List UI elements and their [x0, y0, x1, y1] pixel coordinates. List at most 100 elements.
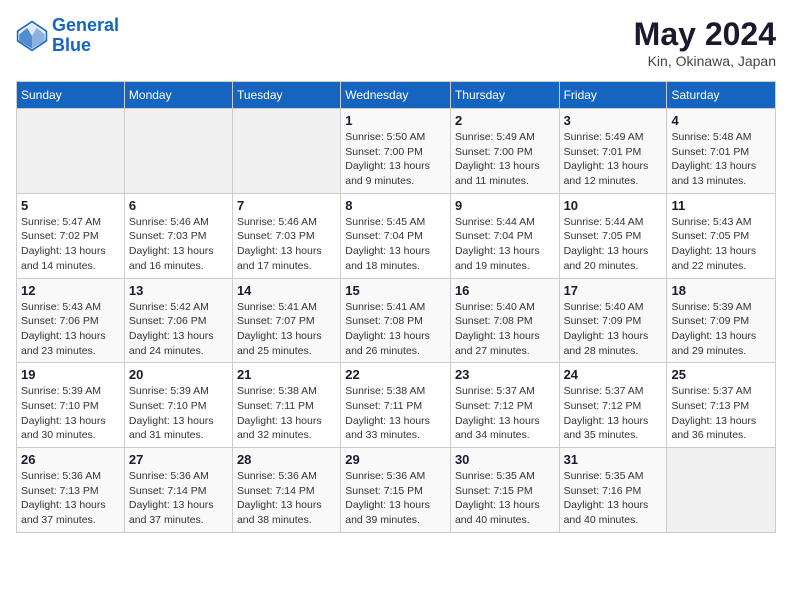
day-info: Sunrise: 5:43 AMSunset: 7:05 PMDaylight:…: [671, 215, 771, 274]
calendar-cell: 16 Sunrise: 5:40 AMSunset: 7:08 PMDayligh…: [450, 278, 559, 363]
calendar-cell: 25 Sunrise: 5:37 AMSunset: 7:13 PMDayligh…: [667, 363, 776, 448]
day-number: 10: [564, 198, 663, 213]
weekday-header-sunday: Sunday: [17, 82, 125, 109]
weekday-header-saturday: Saturday: [667, 82, 776, 109]
day-info: Sunrise: 5:37 AMSunset: 7:13 PMDaylight:…: [671, 384, 771, 443]
day-number: 1: [345, 113, 446, 128]
calendar-cell: 27 Sunrise: 5:36 AMSunset: 7:14 PMDayligh…: [124, 448, 232, 533]
day-number: 29: [345, 452, 446, 467]
day-number: 28: [237, 452, 336, 467]
weekday-header-tuesday: Tuesday: [232, 82, 340, 109]
day-info: Sunrise: 5:36 AMSunset: 7:14 PMDaylight:…: [237, 469, 336, 528]
day-number: 5: [21, 198, 120, 213]
day-number: 9: [455, 198, 555, 213]
calendar-cell: 22 Sunrise: 5:38 AMSunset: 7:11 PMDayligh…: [341, 363, 451, 448]
calendar-cell: [667, 448, 776, 533]
day-number: 7: [237, 198, 336, 213]
day-info: Sunrise: 5:35 AMSunset: 7:16 PMDaylight:…: [564, 469, 663, 528]
day-number: 14: [237, 283, 336, 298]
calendar-cell: 6 Sunrise: 5:46 AMSunset: 7:03 PMDaylight…: [124, 193, 232, 278]
day-info: Sunrise: 5:43 AMSunset: 7:06 PMDaylight:…: [21, 300, 120, 359]
day-number: 24: [564, 367, 663, 382]
day-number: 27: [129, 452, 228, 467]
calendar-cell: 13Sunrise: 5:42 AMSunset: 7:06 PMDayligh…: [124, 278, 232, 363]
day-number: 30: [455, 452, 555, 467]
day-number: 18: [671, 283, 771, 298]
day-number: 2: [455, 113, 555, 128]
day-info: Sunrise: 5:45 AMSunset: 7:04 PMDaylight:…: [345, 215, 446, 274]
day-info: Sunrise: 5:44 AMSunset: 7:05 PMDaylight:…: [564, 215, 663, 274]
calendar-cell: 12 Sunrise: 5:43 AMSunset: 7:06 PMDayligh…: [17, 278, 125, 363]
calendar-cell: 24 Sunrise: 5:37 AMSunset: 7:12 PMDayligh…: [559, 363, 667, 448]
day-info: Sunrise: 5:39 AMSunset: 7:10 PMDaylight:…: [21, 384, 120, 443]
calendar-week-1: 1 Sunrise: 5:50 AMSunset: 7:00 PMDaylight…: [17, 109, 776, 194]
calendar-cell: 21Sunrise: 5:38 AMSunset: 7:11 PMDayligh…: [232, 363, 340, 448]
day-info: Sunrise: 5:44 AMSunset: 7:04 PMDaylight:…: [455, 215, 555, 274]
calendar-cell: [232, 109, 340, 194]
calendar-cell: 18 Sunrise: 5:39 AMSunset: 7:09 PMDayligh…: [667, 278, 776, 363]
day-number: 3: [564, 113, 663, 128]
calendar-week-5: 26 Sunrise: 5:36 AMSunset: 7:13 PMDayligh…: [17, 448, 776, 533]
day-info: Sunrise: 5:49 AMSunset: 7:01 PMDaylight:…: [564, 130, 663, 189]
day-number: 19: [21, 367, 120, 382]
day-number: 15: [345, 283, 446, 298]
day-number: 31: [564, 452, 663, 467]
day-info: Sunrise: 5:36 AMSunset: 7:15 PMDaylight:…: [345, 469, 446, 528]
calendar-cell: 29 Sunrise: 5:36 AMSunset: 7:15 PMDayligh…: [341, 448, 451, 533]
day-info: Sunrise: 5:46 AMSunset: 7:03 PMDaylight:…: [129, 215, 228, 274]
day-info: Sunrise: 5:50 AMSunset: 7:00 PMDaylight:…: [345, 130, 446, 189]
logo-text: General Blue: [52, 16, 119, 56]
weekday-header-monday: Monday: [124, 82, 232, 109]
calendar-cell: 11Sunrise: 5:43 AMSunset: 7:05 PMDayligh…: [667, 193, 776, 278]
day-info: Sunrise: 5:40 AMSunset: 7:09 PMDaylight:…: [564, 300, 663, 359]
day-info: Sunrise: 5:49 AMSunset: 7:00 PMDaylight:…: [455, 130, 555, 189]
title-block: May 2024 Kin, Okinawa, Japan: [634, 16, 776, 69]
day-info: Sunrise: 5:47 AMSunset: 7:02 PMDaylight:…: [21, 215, 120, 274]
calendar-cell: 2 Sunrise: 5:49 AMSunset: 7:00 PMDaylight…: [450, 109, 559, 194]
weekday-header-friday: Friday: [559, 82, 667, 109]
calendar-cell: 31 Sunrise: 5:35 AMSunset: 7:16 PMDayligh…: [559, 448, 667, 533]
day-info: Sunrise: 5:38 AMSunset: 7:11 PMDaylight:…: [345, 384, 446, 443]
day-number: 20: [129, 367, 228, 382]
logo: General Blue: [16, 16, 119, 56]
day-info: Sunrise: 5:40 AMSunset: 7:08 PMDaylight:…: [455, 300, 555, 359]
calendar-cell: 26 Sunrise: 5:36 AMSunset: 7:13 PMDayligh…: [17, 448, 125, 533]
calendar-cell: 4Sunrise: 5:48 AMSunset: 7:01 PMDaylight…: [667, 109, 776, 194]
day-info: Sunrise: 5:48 AMSunset: 7:01 PMDaylight:…: [671, 130, 771, 189]
day-info: Sunrise: 5:38 AMSunset: 7:11 PMDaylight:…: [237, 384, 336, 443]
day-info: Sunrise: 5:42 AMSunset: 7:06 PMDaylight:…: [129, 300, 228, 359]
day-info: Sunrise: 5:37 AMSunset: 7:12 PMDaylight:…: [564, 384, 663, 443]
logo-icon: [16, 20, 48, 52]
day-number: 12: [21, 283, 120, 298]
day-number: 8: [345, 198, 446, 213]
main-title: May 2024: [634, 16, 776, 53]
calendar-cell: 9 Sunrise: 5:44 AMSunset: 7:04 PMDaylight…: [450, 193, 559, 278]
day-info: Sunrise: 5:36 AMSunset: 7:13 PMDaylight:…: [21, 469, 120, 528]
day-number: 17: [564, 283, 663, 298]
day-info: Sunrise: 5:41 AMSunset: 7:08 PMDaylight:…: [345, 300, 446, 359]
calendar-cell: 7Sunrise: 5:46 AMSunset: 7:03 PMDaylight…: [232, 193, 340, 278]
day-number: 16: [455, 283, 555, 298]
day-number: 22: [345, 367, 446, 382]
day-info: Sunrise: 5:37 AMSunset: 7:12 PMDaylight:…: [455, 384, 555, 443]
day-info: Sunrise: 5:36 AMSunset: 7:14 PMDaylight:…: [129, 469, 228, 528]
calendar-cell: [17, 109, 125, 194]
calendar-cell: 28 Sunrise: 5:36 AMSunset: 7:14 PMDayligh…: [232, 448, 340, 533]
calendar-cell: 1 Sunrise: 5:50 AMSunset: 7:00 PMDaylight…: [341, 109, 451, 194]
calendar-cell: 10 Sunrise: 5:44 AMSunset: 7:05 PMDayligh…: [559, 193, 667, 278]
weekday-header-thursday: Thursday: [450, 82, 559, 109]
calendar-cell: 17 Sunrise: 5:40 AMSunset: 7:09 PMDayligh…: [559, 278, 667, 363]
weekday-row: SundayMondayTuesdayWednesdayThursdayFrid…: [17, 82, 776, 109]
weekday-header-wednesday: Wednesday: [341, 82, 451, 109]
calendar-cell: 5 Sunrise: 5:47 AMSunset: 7:02 PMDaylight…: [17, 193, 125, 278]
day-info: Sunrise: 5:41 AMSunset: 7:07 PMDaylight:…: [237, 300, 336, 359]
calendar-week-3: 12 Sunrise: 5:43 AMSunset: 7:06 PMDayligh…: [17, 278, 776, 363]
day-info: Sunrise: 5:39 AMSunset: 7:09 PMDaylight:…: [671, 300, 771, 359]
calendar-cell: 20Sunrise: 5:39 AMSunset: 7:10 PMDayligh…: [124, 363, 232, 448]
day-number: 25: [671, 367, 771, 382]
day-number: 6: [129, 198, 228, 213]
calendar-body: 1 Sunrise: 5:50 AMSunset: 7:00 PMDaylight…: [17, 109, 776, 533]
day-number: 26: [21, 452, 120, 467]
calendar-cell: 23Sunrise: 5:37 AMSunset: 7:12 PMDayligh…: [450, 363, 559, 448]
page-header: General Blue May 2024 Kin, Okinawa, Japa…: [16, 16, 776, 69]
